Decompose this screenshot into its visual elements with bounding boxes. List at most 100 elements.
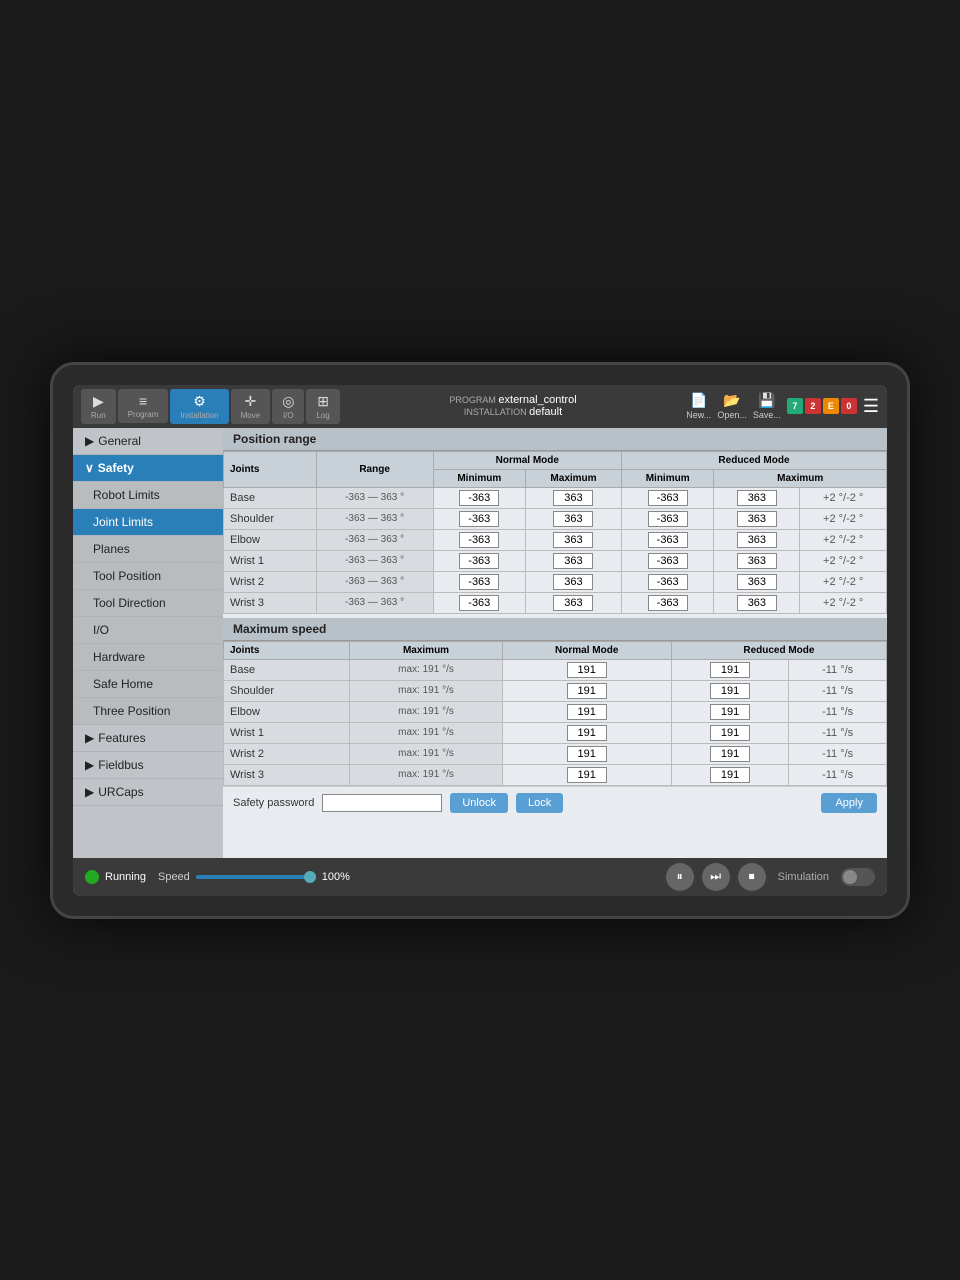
table-row: Wrist 3 -363 — 363 ° -363 363 -363 363 +… — [224, 592, 887, 613]
joint-name: Wrist 3 — [224, 764, 350, 785]
range-value: -363 — 363 ° — [316, 487, 433, 508]
col-normal-mode: Normal Mode — [433, 451, 621, 469]
nm-speed: 191 — [502, 680, 671, 701]
top-bar: ▶ Run ≡ Program ⚙ Installation ✛ Move ◎ — [73, 385, 887, 428]
stop-button[interactable]: ⏹ — [738, 863, 766, 891]
table-row: Base -363 — 363 ° -363 363 -363 363 +2 °… — [224, 487, 887, 508]
tool-position-label: Tool Position — [93, 569, 161, 583]
sidebar-item-fieldbus[interactable]: ▶ Fieldbus — [73, 752, 223, 779]
max-label: max: 191 °/s — [350, 722, 502, 743]
speed-thumb — [304, 871, 316, 883]
lock-button[interactable]: Lock — [516, 793, 563, 813]
simulation-label: Simulation — [778, 871, 829, 883]
apply-button[interactable]: Apply — [821, 793, 877, 813]
nm-min: -363 — [433, 487, 525, 508]
col-reduced-mode: Reduced Mode — [621, 451, 886, 469]
range-value: -363 — 363 ° — [316, 592, 433, 613]
nm-speed: 191 — [502, 764, 671, 785]
nm-max: 363 — [525, 529, 621, 550]
playback-controls: ⏸ ⏭ ⏹ — [666, 863, 766, 891]
sidebar-item-joint-limits[interactable]: Joint Limits — [73, 509, 223, 536]
nav-move[interactable]: ✛ Move — [231, 389, 271, 424]
rm-max: 363 — [714, 529, 800, 550]
rm-max: 363 — [714, 571, 800, 592]
nm-speed: 191 — [502, 701, 671, 722]
features-label: Features — [98, 731, 145, 745]
save-button[interactable]: 💾 Save... — [753, 392, 781, 420]
table-row: Wrist 2 -363 — 363 ° -363 363 -363 363 +… — [224, 571, 887, 592]
simulation-toggle[interactable] — [841, 868, 875, 886]
nav-log[interactable]: ⊞ Log — [306, 389, 339, 424]
nm-max: 363 — [525, 487, 621, 508]
range-value: -363 — 363 ° — [316, 529, 433, 550]
safety-arrow: ∨ — [85, 461, 94, 475]
program-prefix: PROGRAM — [449, 395, 498, 405]
log-icon: ⊞ — [317, 393, 329, 410]
table-row: Wrist 2 max: 191 °/s 191 191 -11 °/s — [224, 743, 887, 764]
sidebar-item-hardware[interactable]: Hardware — [73, 644, 223, 671]
rm-max: 363 — [714, 487, 800, 508]
installation-label: Installation — [180, 411, 218, 420]
speed-suffix: -11 °/s — [789, 701, 887, 722]
password-row: Safety password Unlock Lock Apply — [223, 786, 887, 819]
speed-suffix: -11 °/s — [789, 680, 887, 701]
nm-min: -363 — [433, 508, 525, 529]
pause-button[interactable]: ⏸ — [666, 863, 694, 891]
rm-suffix: +2 °/-2 ° — [800, 571, 887, 592]
sidebar-item-tool-position[interactable]: Tool Position — [73, 563, 223, 590]
col-normal-mode-speed: Normal Mode — [502, 641, 671, 659]
sidebar-item-three-position[interactable]: Three Position — [73, 698, 223, 725]
sidebar-item-features[interactable]: ▶ Features — [73, 725, 223, 752]
sidebar-item-robot-limits[interactable]: Robot Limits — [73, 482, 223, 509]
safe-home-label: Safe Home — [93, 677, 153, 691]
unlock-button[interactable]: Unlock — [450, 793, 508, 813]
nav-installation[interactable]: ⚙ Installation — [170, 389, 228, 424]
features-arrow: ▶ — [85, 731, 94, 745]
joint-limits-label: Joint Limits — [93, 515, 153, 529]
col-maximum: Maximum — [350, 641, 502, 659]
sidebar-item-general[interactable]: ▶ General — [73, 428, 223, 455]
table-row: Elbow -363 — 363 ° -363 363 -363 363 +2 … — [224, 529, 887, 550]
table-row: Wrist 1 max: 191 °/s 191 191 -11 °/s — [224, 722, 887, 743]
sidebar: ▶ General ∨ Safety Robot Limits Joint Li… — [73, 428, 223, 858]
planes-label: Planes — [93, 542, 130, 556]
nm-max: 363 — [525, 550, 621, 571]
sidebar-item-safety[interactable]: ∨ Safety — [73, 455, 223, 482]
sidebar-item-urcaps[interactable]: ▶ URCaps — [73, 779, 223, 806]
nav-run[interactable]: ▶ Run — [81, 389, 116, 424]
status-badges: 7 2 E 0 — [787, 398, 857, 414]
speed-slider[interactable] — [196, 875, 316, 879]
robot-limits-label: Robot Limits — [93, 488, 160, 502]
step-button[interactable]: ⏭ — [702, 863, 730, 891]
status-indicator: Running — [85, 870, 146, 884]
safety-label: Safety — [98, 461, 134, 475]
password-input[interactable] — [322, 794, 442, 812]
status-dot — [85, 870, 99, 884]
open-button[interactable]: 📂 Open... — [717, 392, 747, 420]
rm-min: -363 — [621, 571, 713, 592]
sidebar-item-tool-direction[interactable]: Tool Direction — [73, 590, 223, 617]
nm-min: -363 — [433, 529, 525, 550]
hamburger-button[interactable]: ☰ — [863, 396, 879, 417]
installation-icon: ⚙ — [193, 393, 206, 410]
rm-suffix: +2 °/-2 ° — [800, 487, 887, 508]
io-icon: ◎ — [282, 393, 294, 410]
log-label: Log — [316, 411, 329, 420]
maximum-speed-title: Maximum speed — [223, 618, 887, 641]
range-value: -363 — 363 ° — [316, 571, 433, 592]
sidebar-item-safe-home[interactable]: Safe Home — [73, 671, 223, 698]
new-button[interactable]: 📄 New... — [686, 392, 711, 420]
sidebar-item-planes[interactable]: Planes — [73, 536, 223, 563]
badge-e: E — [823, 398, 839, 414]
nm-speed: 191 — [502, 743, 671, 764]
rm-suffix: +2 °/-2 ° — [800, 529, 887, 550]
sidebar-item-io[interactable]: I/O — [73, 617, 223, 644]
rm-min: -363 — [621, 487, 713, 508]
run-icon: ▶ — [93, 393, 104, 410]
program-icon: ≡ — [139, 393, 147, 409]
table-row: Wrist 3 max: 191 °/s 191 191 -11 °/s — [224, 764, 887, 785]
nav-io[interactable]: ◎ I/O — [272, 389, 304, 424]
nav-program[interactable]: ≡ Program — [118, 389, 169, 423]
table-row: Elbow max: 191 °/s 191 191 -11 °/s — [224, 701, 887, 722]
col-nm-min: Minimum — [433, 469, 525, 487]
